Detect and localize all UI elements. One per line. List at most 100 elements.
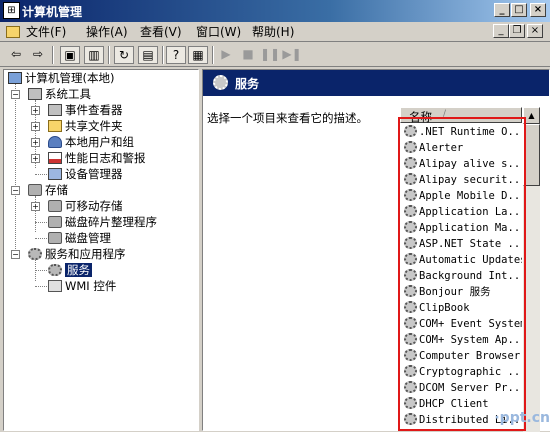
expand-perf-logs-icon[interactable]: + [31,154,40,163]
restart-service-icon[interactable]: ▶❚ [282,46,302,64]
service-name: Alipay securit... [419,174,522,186]
up-folder-icon[interactable]: ▣ [60,46,80,64]
tree-item-services-apps[interactable]: 服务和应用程序 [28,246,126,262]
tree-item-perf-logs[interactable]: 性能日志和警报 [48,150,146,166]
storage-icon [28,184,42,196]
service-gear-icon [404,173,417,185]
title-bar[interactable]: ⊞ 计算机管理 _ □ × [0,0,550,22]
column-header-name[interactable]: 名称 / [400,107,522,124]
service-row[interactable]: Application Ma... [404,220,522,236]
toolbar-separator [162,46,164,64]
service-row[interactable]: ClipBook [404,300,470,316]
services-list[interactable]: .NET Runtime O... Alerter Alipay alive s..… [400,123,522,432]
service-row[interactable]: .NET Runtime O... [404,124,522,140]
performance-icon [48,152,62,164]
tree-item-disk-management[interactable]: 磁盘管理 [48,230,111,246]
computer-icon [8,72,22,84]
sort-ascending-icon: / [443,109,447,119]
menu-bar: 文件(F) 操作(A) 查看(V) 窗口(W) 帮助(H) [0,22,550,42]
tree-item-services[interactable]: 服务 [48,262,92,278]
event-viewer-icon [48,104,62,116]
service-name: Application La... [419,206,522,218]
mdi-close-button[interactable]: × [527,24,543,38]
tree-item-wmi[interactable]: WMI 控件 [48,278,116,294]
services-gear-icon [213,75,228,90]
collapse-services-apps-icon[interactable]: − [11,250,20,259]
tree-item-removable-storage[interactable]: 可移动存储 [48,198,123,214]
service-gear-icon [404,397,417,409]
service-row[interactable]: Alipay alive s... [404,156,522,172]
service-gear-icon [404,365,417,377]
menu-action[interactable]: 操作(A) [86,25,128,40]
expand-local-users-icon[interactable]: + [31,138,40,147]
service-gear-icon [404,125,417,137]
mdi-restore-button[interactable]: ❐ [509,24,525,38]
menu-file[interactable]: 文件(F) [26,25,66,40]
scrollbar-thumb[interactable] [523,124,540,186]
export-list-icon[interactable]: ▤ [138,46,158,64]
expand-event-viewer-icon[interactable]: + [31,106,40,115]
tree-item-device-manager[interactable]: 设备管理器 [48,166,123,182]
service-gear-icon [404,141,417,153]
service-row[interactable]: Bonjour 服务 [404,284,491,300]
pause-service-icon[interactable]: ❚❚ [260,46,280,64]
maximize-button[interactable]: □ [511,3,527,17]
help-icon[interactable]: ? [166,46,186,64]
service-row[interactable]: Cryptographic ... [404,364,522,380]
service-gear-icon [404,285,417,297]
service-row[interactable]: COM+ System Ap... [404,332,522,348]
tree-item-defrag[interactable]: 磁盘碎片整理程序 [48,214,157,230]
expand-shared-folders-icon[interactable]: + [31,122,40,131]
tree-item-system-tools[interactable]: 系统工具 [28,86,91,102]
service-row[interactable]: ASP.NET State ... [404,236,522,252]
tree-root[interactable]: 计算机管理(本地) [8,70,114,86]
service-row[interactable]: Alipay securit... [404,172,522,188]
properties-icon[interactable]: ▦ [188,46,208,64]
tree-item-shared-folders[interactable]: 共享文件夹 [48,118,123,134]
device-manager-icon [48,168,62,180]
console-tree[interactable]: 计算机管理(本地) − 系统工具 + 事件查看器 + 共享文件夹 + 本地用户和… [3,69,199,431]
service-row[interactable]: Application La... [404,204,522,220]
tree-item-event-viewer[interactable]: 事件查看器 [48,102,123,118]
service-row[interactable]: Background Int... [404,268,522,284]
service-name: Automatic Updates [419,254,522,266]
refresh-icon[interactable]: ↻ [114,46,134,64]
menu-help[interactable]: 帮助(H) [252,25,294,40]
scroll-up-icon[interactable]: ▲ [523,107,540,124]
service-name: Alerter [419,142,464,154]
minimize-button[interactable]: _ [494,3,510,17]
tree-line [15,84,16,249]
watermark-text: ·ppt.cn [494,410,550,426]
mdi-minimize-button[interactable]: _ [493,24,509,38]
service-row[interactable]: COM+ Event System [404,316,522,332]
service-name: .NET Runtime O... [419,126,522,138]
tree-line [35,286,47,287]
details-pane[interactable]: 服务 选择一个项目来查看它的描述。 名称 / .NET Runtime O...… [202,69,550,432]
computer-management-icon[interactable]: ⊞ [3,2,20,19]
service-row[interactable]: Alerter [404,140,463,156]
tree-item-local-users[interactable]: 本地用户和组 [48,134,134,150]
service-row[interactable]: DCOM Server Pr... [404,380,522,396]
vertical-scrollbar[interactable]: ▲ [523,107,540,432]
service-name: Computer Browser [419,350,521,362]
stop-service-icon[interactable]: ■ [238,46,258,64]
service-name: DCOM Server Pr... [419,382,522,394]
document-icon[interactable] [6,26,20,38]
back-icon[interactable]: ⇦ [6,46,26,64]
show-hide-tree-icon[interactable]: ▥ [84,46,104,64]
menu-view[interactable]: 查看(V) [140,25,182,40]
users-icon [48,136,62,148]
service-row[interactable]: Automatic Updates [404,252,522,268]
service-row[interactable]: Apple Mobile D... [404,188,522,204]
start-service-icon[interactable]: ▶ [216,46,236,64]
pane-title: 服务 [235,77,260,91]
tree-item-storage[interactable]: 存储 [28,182,68,198]
collapse-storage-icon[interactable]: − [11,186,20,195]
collapse-system-tools-icon[interactable]: − [11,90,20,99]
menu-window[interactable]: 窗口(W) [196,25,241,40]
close-button[interactable]: × [530,3,546,17]
service-name: Application Ma... [419,222,522,234]
service-row[interactable]: Computer Browser [404,348,520,364]
forward-icon[interactable]: ⇨ [28,46,48,64]
expand-removable-storage-icon[interactable]: + [31,202,40,211]
